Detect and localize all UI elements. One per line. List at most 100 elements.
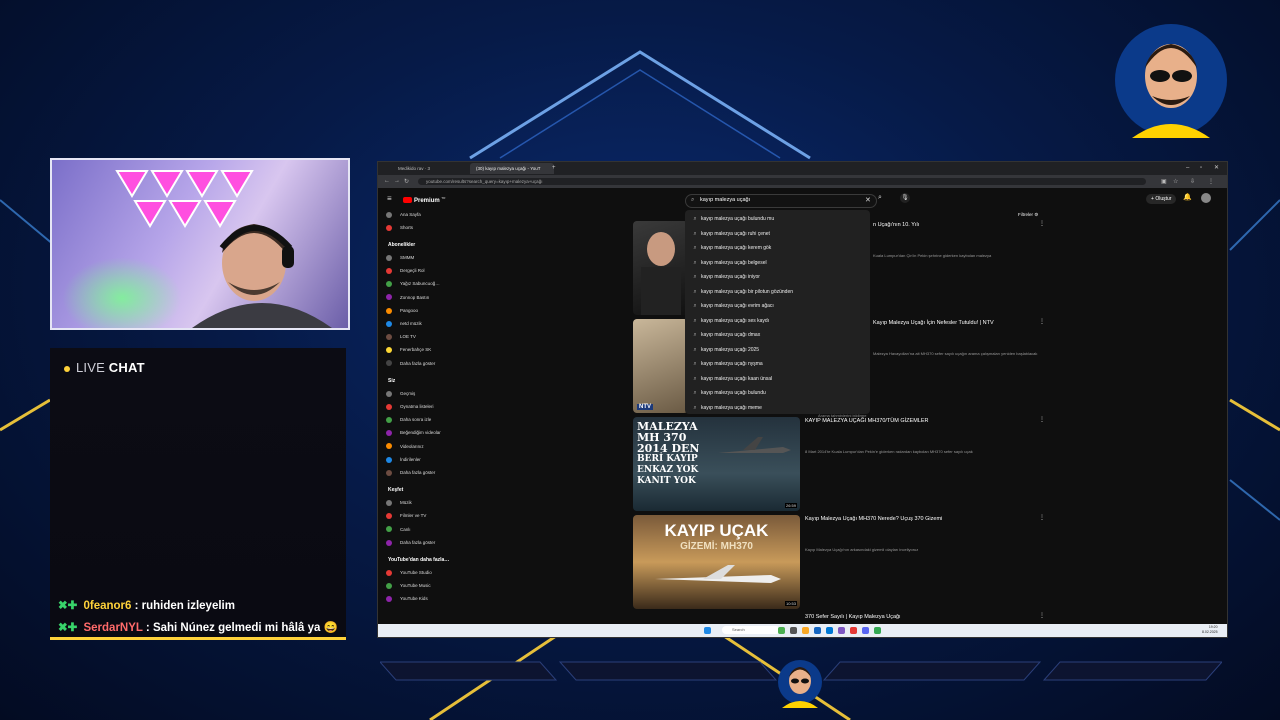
sidebar-item-subs-5[interactable]: netd müzik (386, 319, 422, 328)
sidebar: Ana Sayfa Shorts Abonelikler SMMM Dergeçli R… (378, 210, 463, 624)
search-suggestion-item[interactable]: ⌕ kayıp malezya uçağı bulundu (685, 386, 870, 401)
more-options-icon[interactable]: ⋮ (1039, 612, 1045, 619)
taskbar-app-icon[interactable] (850, 627, 857, 634)
extensions-icon[interactable]: ▣ (1161, 178, 1167, 185)
sidebar-item-you-4[interactable]: Videolarınız (386, 442, 424, 451)
create-button[interactable]: + Oluştur (1146, 194, 1177, 204)
sidebar-item-you-0[interactable]: Geçmiş (386, 389, 415, 398)
taskbar-search[interactable]: Search (722, 626, 780, 634)
forward-icon[interactable]: → (394, 178, 400, 184)
sidebar-section-header[interactable]: Siz (388, 378, 395, 384)
search-suggestion-item[interactable]: ⌕ kayıp malezya uçağı bir pilotun gözünde… (685, 285, 870, 300)
edge-icon[interactable] (826, 627, 833, 634)
url-field[interactable]: youtube.com/results?search_query=kayıp+m… (418, 178, 1146, 185)
sidebar-section-header[interactable]: Keşfet (388, 487, 403, 493)
youtube-premium-logo[interactable]: Premium TR (403, 196, 445, 204)
sidebar-item-you-2[interactable]: Daha sonra izle (386, 415, 431, 424)
more-options-icon[interactable]: ⋮ (1039, 318, 1045, 325)
search-suggestion-item[interactable]: ⌕ kayıp malezya uçağı bulundu mu (685, 212, 870, 227)
sidebar-item-explore-2[interactable]: Canlı (386, 525, 411, 534)
search-suggestion-item[interactable]: ⌕ kayıp malezya uçağı ses kaydı (685, 314, 870, 329)
chrome-icon[interactable] (874, 627, 881, 634)
windows-start-icon[interactable] (704, 627, 711, 634)
sidebar-item-more-3[interactable]: YouTube Kids (386, 594, 428, 603)
folder-icon[interactable] (802, 627, 809, 634)
sidebar-item-subs-7[interactable]: Fenerbahçe SK (386, 345, 431, 354)
hamburger-menu-icon[interactable]: ≡ (387, 194, 392, 203)
more-options-icon[interactable]: ⋮ (1039, 416, 1045, 423)
video-duration: 26:59 (784, 503, 797, 508)
sidebar-item-label: İndirilenler (400, 456, 421, 462)
sidebar-section-header[interactable]: YouTube'dan daha fazla… (388, 557, 449, 563)
video-thumbnail-4[interactable]: KAYIP UÇAK GİZEMİ: MH370 10:53 (633, 515, 800, 609)
video-thumbnail-2[interactable]: NTV (633, 319, 688, 413)
download-icon[interactable]: ⇩ (1190, 178, 1195, 185)
sidebar-item-subs-2[interactable]: Yağız Sabuncuoğ… (386, 279, 440, 288)
minimize-icon[interactable]: – (1186, 162, 1189, 175)
video-thumbnail-1[interactable] (633, 221, 688, 315)
sidebar-item-icon (386, 403, 392, 410)
sidebar-item-you-5[interactable]: İndirilenler (386, 455, 421, 464)
close-window-icon[interactable]: ✕ (1214, 162, 1219, 175)
search-suggestion-item[interactable]: ⌕ kayıp malezya uçağı 2025 (685, 343, 870, 358)
taskbar-clock[interactable]: 19:20 8.02.2025 (1202, 625, 1218, 635)
video-title[interactable]: Kayıp Malezya Uçağı İçin Nefesler Tutuld… (873, 320, 994, 326)
taskbar-app-icon[interactable] (838, 627, 845, 634)
sidebar-item-subs-4[interactable]: Pangooo (386, 306, 418, 315)
sidebar-item-explore-1[interactable]: Filmler ve TV (386, 511, 426, 520)
suggestions-report-link[interactable]: Arama tahminlerini bildirme (818, 413, 866, 418)
search-suggestion-item[interactable]: ⌕ kayıp malezya uçağı iniyor (685, 270, 870, 285)
search-input[interactable]: ⌕ kayıp malezya uçağı ✕ (685, 194, 877, 208)
sidebar-item-more-1[interactable]: YouTube Studio (386, 568, 432, 577)
sidebar-item-main-0[interactable]: Ana Sayfa (386, 210, 421, 219)
sidebar-item-subs-0[interactable]: SMMM (386, 253, 414, 262)
microphone-icon[interactable]: 🎙 (900, 193, 910, 203)
video-title[interactable]: 370 Sefer Sayılı | Kayıp Malezya Uçağı (805, 614, 901, 620)
taskbar-app-icon[interactable] (778, 627, 785, 634)
taskbar-app-icon[interactable] (790, 627, 797, 634)
search-suggestion-item[interactable]: ⌕ kayıp malezya uçağı nyşma (685, 357, 870, 372)
sidebar-item-subs-8[interactable]: Daha fazla göster (386, 359, 435, 368)
sidebar-item-you-3[interactable]: Beğendiğim videolar (386, 428, 441, 437)
video-title[interactable]: n Uçağı'nın 10. Yılı (873, 222, 919, 228)
sidebar-item-subs-1[interactable]: Dergeçli Rol (386, 266, 425, 275)
video-title[interactable]: Kayıp Malezya Uçağı MH370 Nerede? Uçuş 3… (805, 516, 942, 522)
filters-button[interactable]: Filtreler ⚙ (1018, 212, 1038, 218)
bookmark-icon[interactable]: ☆ (1173, 178, 1178, 185)
video-title[interactable]: KAYIP MALEZYA UÇAĞI MH370/TÜM GİZEMLER (805, 418, 928, 424)
notifications-bell-icon[interactable]: 🔔 (1183, 193, 1192, 201)
tab-medikido[interactable]: Medikido rav · 3 (392, 163, 474, 174)
sidebar-item-more-2[interactable]: YouTube Music (386, 581, 431, 590)
search-button[interactable]: ⌕ (878, 194, 882, 202)
search-suggestion-item[interactable]: ⌕ kayıp malezya uçağı evrim ağacı (685, 299, 870, 314)
sidebar-item-explore-0[interactable]: Müzik (386, 498, 412, 507)
search-suggestion-item[interactable]: ⌕ kayıp malezya uçağı kaan ünsal (685, 372, 870, 387)
discord-icon[interactable] (862, 627, 869, 634)
tab-youtube[interactable]: (30) kayıp malezya uçağı - YouT (470, 163, 554, 174)
clear-search-icon[interactable]: ✕ (865, 196, 871, 204)
youtube-play-icon (403, 197, 412, 204)
sidebar-item-label: Pangooo (400, 307, 419, 313)
taskbar-app-icon[interactable] (814, 627, 821, 634)
airplane-image (718, 437, 791, 453)
sidebar-item-you-1[interactable]: Oynatma listeleri (386, 402, 434, 411)
back-icon[interactable]: ← (384, 178, 390, 184)
sidebar-item-subs-3[interactable]: Zonnop Bastın (386, 293, 429, 302)
sidebar-item-subs-6[interactable]: LOE TV (386, 332, 416, 341)
search-suggestion-item[interactable]: ⌕ kayıp malezya uçağı ruhi çenet (685, 227, 870, 242)
profile-avatar[interactable] (1201, 193, 1211, 203)
maximize-icon[interactable]: ▫ (1200, 162, 1202, 175)
more-options-icon[interactable]: ⋮ (1039, 514, 1045, 521)
sidebar-item-main-1[interactable]: Shorts (386, 223, 413, 232)
menu-dots-icon[interactable]: ⋮ (1208, 178, 1214, 185)
sidebar-item-you-6[interactable]: Daha fazla göster (386, 468, 435, 477)
video-thumbnail-3[interactable]: MALEZYA MH 370 2014 DEN BERİ KAYIP ENKAZ… (633, 417, 800, 511)
sidebar-item-explore-3[interactable]: Daha fazla göster (386, 538, 435, 547)
sidebar-section-header[interactable]: Abonelikler (388, 242, 415, 248)
search-suggestion-item[interactable]: ⌕ kayıp malezya uçağı belgesel (685, 256, 870, 271)
search-suggestion-item[interactable]: ⌕ kayıp malezya uçağı kerem gök (685, 241, 870, 256)
new-tab-icon[interactable]: + (552, 162, 556, 175)
reload-icon[interactable]: ↻ (404, 178, 409, 185)
more-options-icon[interactable]: ⋮ (1039, 220, 1045, 227)
search-suggestion-item[interactable]: ⌕ kayıp malezya uçağı dmax (685, 328, 870, 343)
